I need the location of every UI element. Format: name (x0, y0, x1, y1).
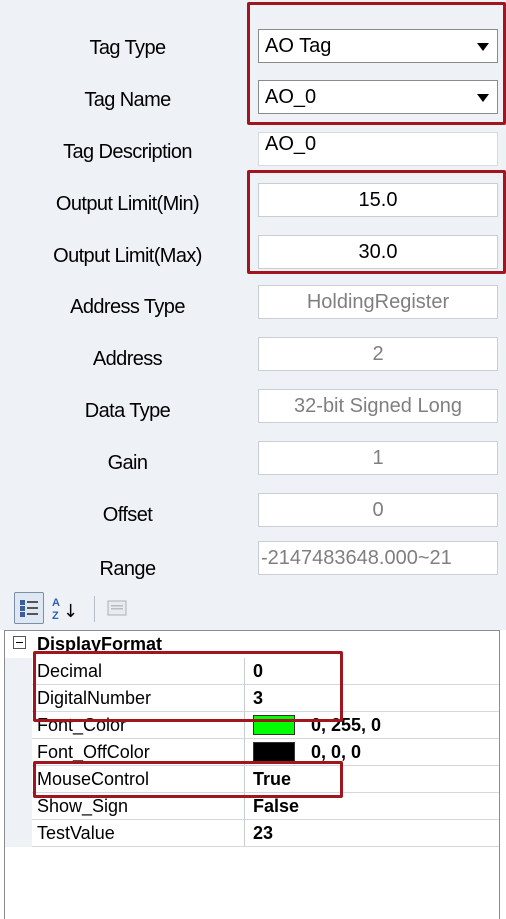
offset-label: Offset (102, 503, 153, 526)
property-grid: DisplayFormat Decimal 0 DigitalNumber 3 … (4, 630, 500, 919)
data-type-field: 32-bit Signed Long (258, 389, 498, 423)
column-divider (244, 820, 245, 847)
data-type-row: Data Type 32-bit Signed Long (0, 387, 506, 435)
toolbar-separator (94, 596, 95, 622)
offset-field: 0 (258, 493, 498, 527)
svg-text:↓: ↓ (63, 601, 77, 622)
sort-az-icon: A Z ↓ (52, 597, 77, 622)
property-value[interactable]: 23 (253, 823, 273, 844)
highlight-box-tag-type-name (247, 2, 506, 125)
categorized-view-button[interactable] (14, 592, 44, 624)
address-type-row: Address Type HoldingRegister (0, 283, 506, 331)
tag-name-label: Tag Name (84, 88, 171, 111)
alphabetical-sort-button[interactable]: A Z ↓ (48, 592, 78, 624)
row-gutter (5, 766, 32, 793)
property-value[interactable]: False (253, 796, 299, 817)
property-name: Show_Sign (37, 796, 129, 816)
address-type-label: Address Type (70, 295, 185, 318)
property-name: Font_OffColor (37, 742, 150, 762)
tag-description-label: Tag Description (63, 140, 192, 163)
tag-description-row: Tag Description AO_0 (0, 128, 506, 176)
offset-row: Offset 0 (0, 491, 506, 539)
range-row: Range -2147483648.000~21 (0, 541, 506, 593)
property-name: TestValue (37, 823, 115, 843)
row-divider (32, 846, 499, 847)
svg-text:A: A (52, 597, 60, 609)
color-swatch (253, 742, 295, 762)
property-pages-button[interactable] (103, 592, 131, 624)
data-type-label: Data Type (84, 399, 171, 422)
row-gutter (5, 712, 32, 739)
property-grid-toolbar: A Z ↓ (0, 588, 506, 630)
address-label: Address (92, 347, 163, 370)
row-gutter (5, 820, 32, 847)
highlight-box-output-limits (247, 170, 506, 274)
row-gutter (5, 658, 32, 685)
gain-label: Gain (107, 451, 148, 474)
tag-description-input[interactable]: AO_0 (258, 132, 498, 166)
property-value[interactable]: 0, 0, 0 (311, 742, 361, 763)
tag-type-label: Tag Type (89, 36, 166, 59)
categorized-icon (20, 600, 38, 617)
address-field: 2 (258, 337, 498, 371)
gain-field: 1 (258, 441, 498, 475)
tag-settings-window: Tag Type AO Tag Tag Name AO_0 Tag Descri… (0, 0, 506, 919)
address-type-field: HoldingRegister (258, 285, 498, 319)
collapse-icon[interactable] (13, 636, 26, 649)
tag-settings-form: Tag Type AO Tag Tag Name AO_0 Tag Descri… (0, 0, 506, 588)
property-row-testvalue[interactable]: TestValue 23 (5, 820, 499, 847)
highlight-box-decimal-digits (33, 651, 343, 722)
range-label: Range (99, 557, 157, 580)
range-field: -2147483648.000~21 (258, 541, 498, 575)
output-limit-max-label: Output Limit(Max) (53, 244, 202, 267)
row-gutter (5, 739, 32, 766)
highlight-box-mousecontrol (33, 761, 343, 798)
gain-row: Gain 1 (0, 439, 506, 487)
address-row: Address 2 (0, 335, 506, 383)
row-gutter (5, 685, 32, 712)
property-pages-icon (107, 600, 127, 616)
svg-text:Z: Z (52, 610, 59, 622)
output-limit-min-label: Output Limit(Min) (55, 192, 200, 215)
row-gutter (5, 793, 32, 820)
